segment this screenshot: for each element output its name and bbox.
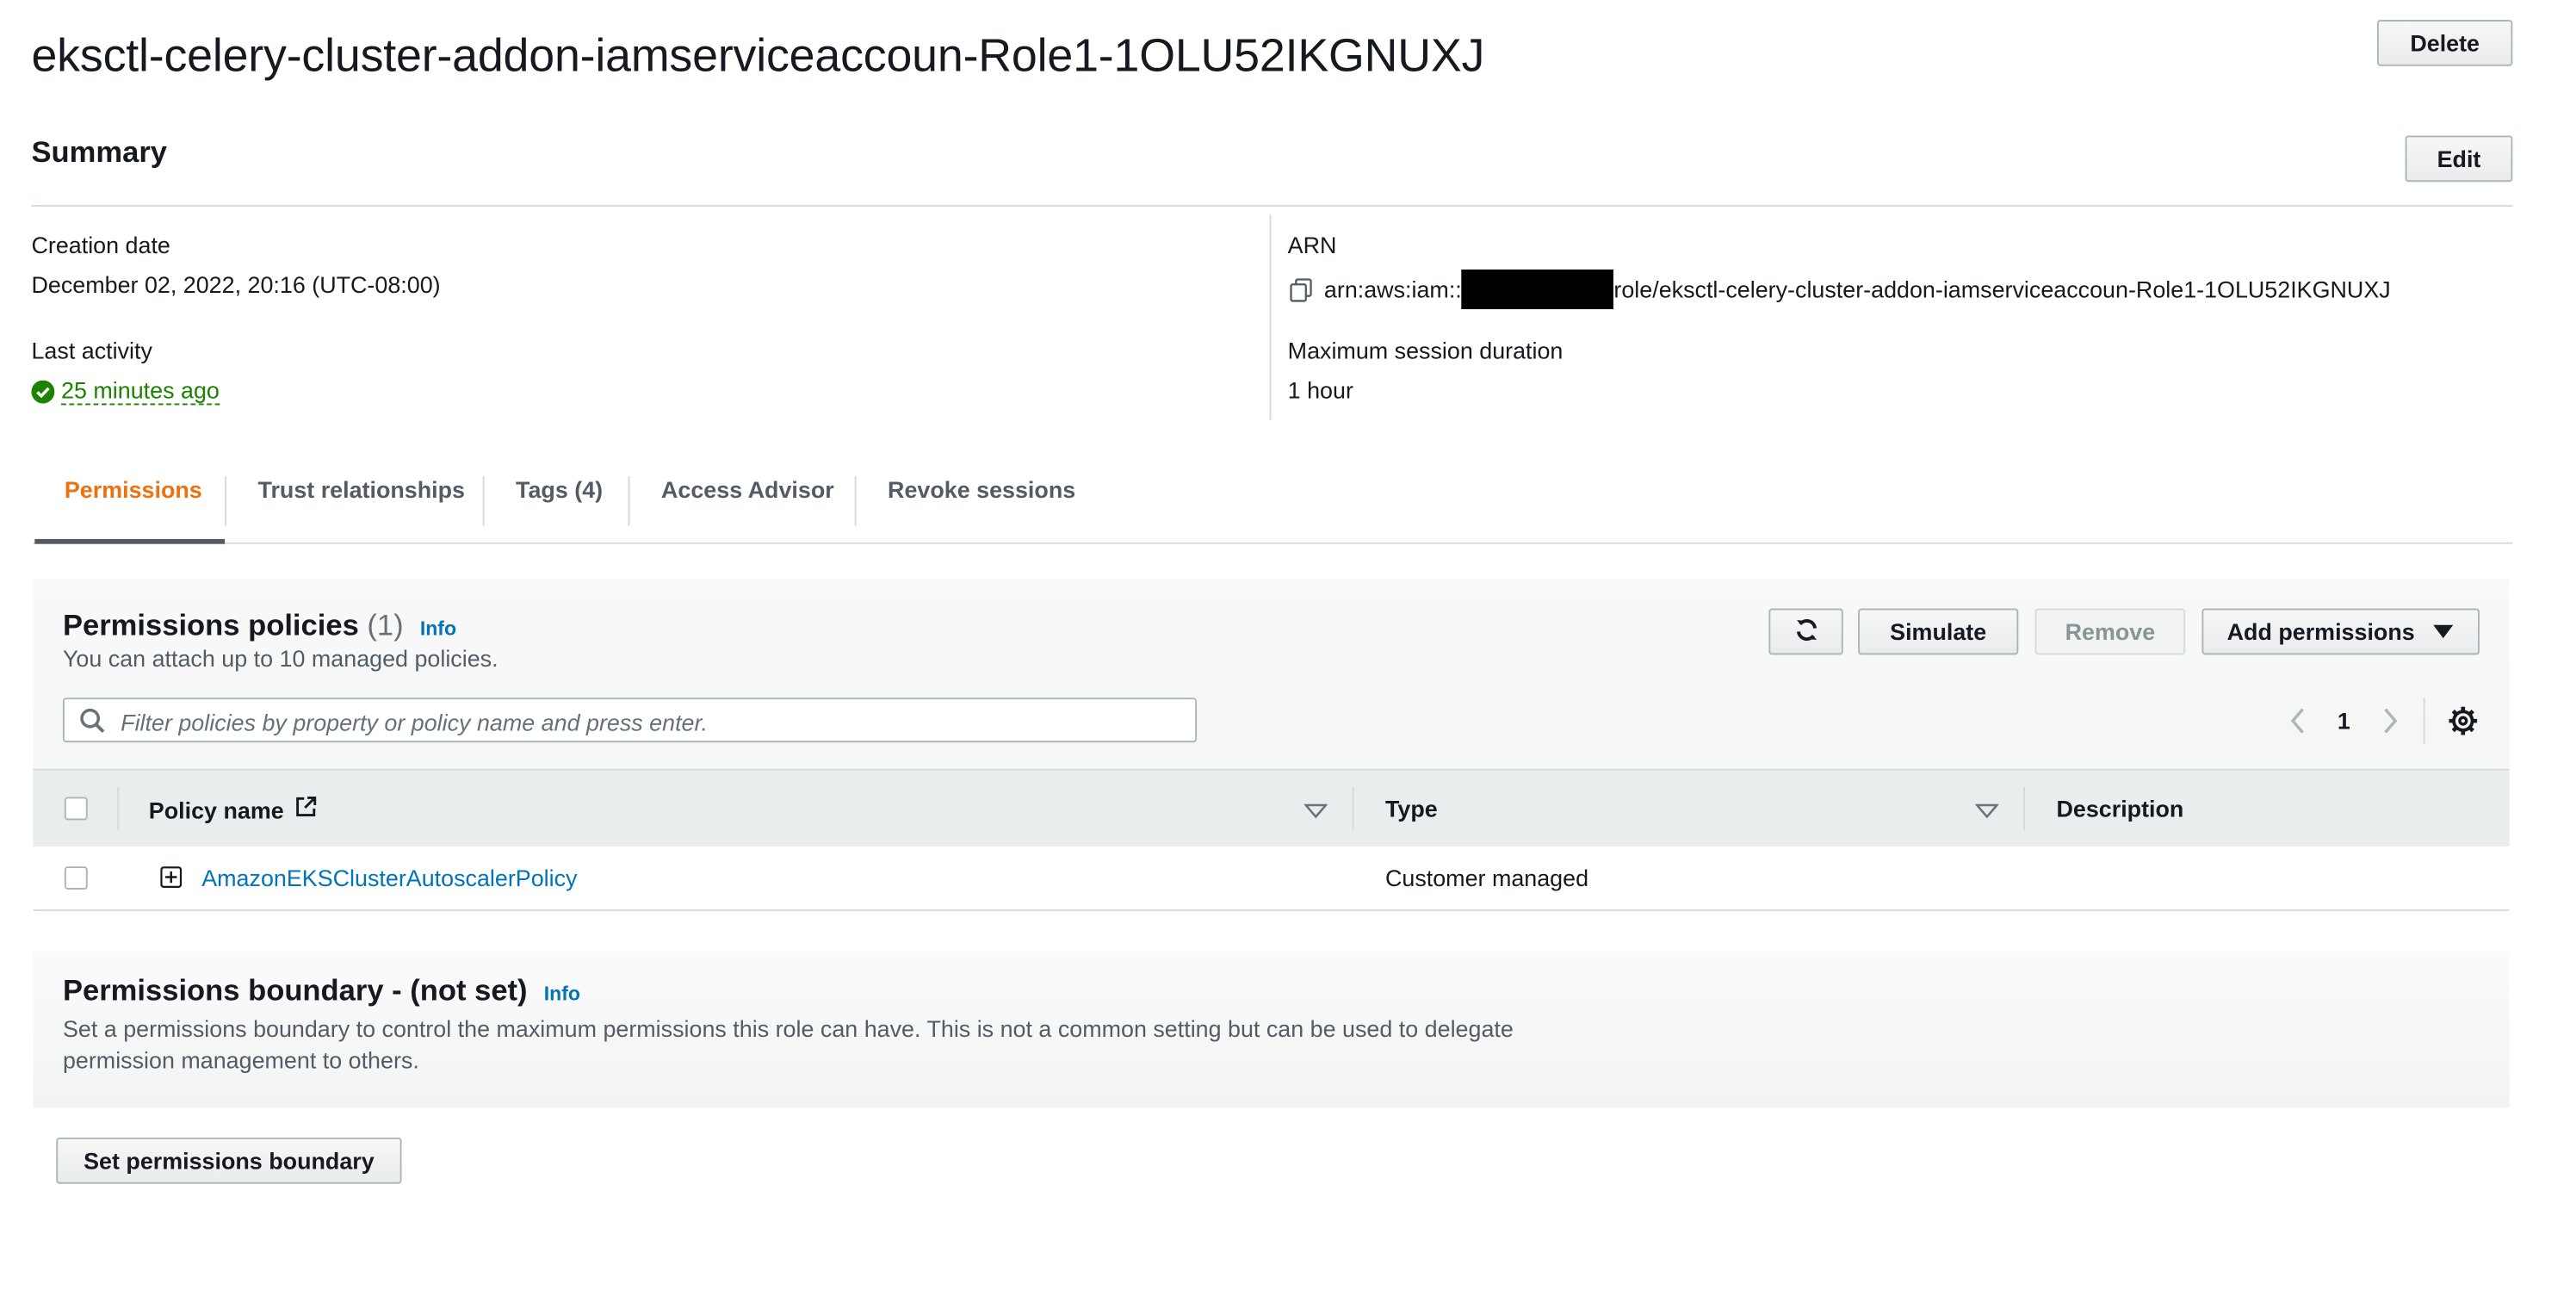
external-link-icon: [294, 796, 317, 824]
column-separator: [117, 786, 120, 830]
creation-date-label: Creation date: [31, 231, 170, 258]
chevron-left-icon[interactable]: [2288, 706, 2307, 744]
page-title: eksctl-celery-cluster-addon-iamserviceac…: [31, 29, 1485, 82]
column-separator: [2023, 786, 2025, 830]
expand-plus-icon[interactable]: [160, 866, 183, 896]
policy-search-box: [62, 698, 1198, 744]
arn-suffix: role/eksctl-celery-cluster-addon-iamserv…: [1613, 276, 2391, 303]
tabs-underline: [33, 542, 2513, 544]
set-permissions-boundary-button[interactable]: Set permissions boundary: [56, 1137, 402, 1184]
permissions-boundary-description-line2: permission management to others.: [62, 1046, 419, 1074]
tab-permissions[interactable]: Permissions: [65, 476, 202, 526]
pagination-divider: [2423, 698, 2425, 744]
arn-prefix: arn:aws:iam::: [1323, 276, 1462, 303]
tab-separator: [854, 475, 857, 526]
settings-gear-icon[interactable]: [2449, 706, 2479, 744]
page-number[interactable]: 1: [2338, 708, 2350, 735]
column-separator: [1352, 786, 1354, 830]
simulate-button[interactable]: Simulate: [1858, 608, 2019, 655]
policy-type: Customer managed: [1384, 865, 1589, 891]
policy-search-input[interactable]: [117, 699, 1182, 744]
last-activity-value[interactable]: 25 minutes ago: [61, 377, 220, 406]
permissions-policies-count: (1): [367, 608, 404, 642]
select-all-checkbox[interactable]: [64, 797, 88, 821]
tab-separator: [482, 475, 485, 526]
search-icon: [79, 708, 106, 742]
summary-divider: [31, 205, 2513, 207]
arn-label: ARN: [1287, 231, 1337, 258]
edit-button[interactable]: Edit: [2405, 135, 2513, 183]
permissions-policies-heading: Permissions policies (1) Info: [63, 609, 456, 643]
redacted-account-id: [1461, 269, 1614, 310]
permissions-policies-title: Permissions policies: [62, 608, 359, 642]
policy-name-header-label: Policy name: [148, 796, 284, 823]
summary-column-divider: [1269, 214, 1272, 420]
permissions-policies-subtitle: You can attach up to 10 managed policies…: [62, 644, 498, 672]
creation-date-value: December 02, 2022, 20:16 (UTC-08:00): [31, 270, 441, 298]
sort-caret-icon[interactable]: [1974, 798, 2000, 828]
last-activity-label: Last activity: [31, 337, 152, 364]
tab-trust-relationships[interactable]: Trust relationships: [258, 476, 465, 526]
permissions-policies-info-link[interactable]: Info: [420, 617, 456, 640]
success-check-icon: [31, 379, 55, 403]
policies-table-header: Policy name Type Description: [33, 768, 2510, 848]
max-session-label: Maximum session duration: [1287, 337, 1564, 364]
summary-title: Summary: [31, 135, 168, 169]
tab-separator: [225, 475, 227, 526]
add-permissions-label: Add permissions: [2226, 618, 2415, 645]
arn-value: arn:aws:iam:: role/eksctl-celery-cluster…: [1288, 269, 2391, 310]
column-header-policy-name[interactable]: Policy name: [149, 796, 317, 824]
chevron-right-icon[interactable]: [2381, 706, 2400, 744]
row-checkbox[interactable]: [64, 866, 88, 890]
last-activity: 25 minutes ago: [31, 377, 220, 406]
table-row: AmazonEKSClusterAutoscalerPolicy Custome…: [33, 847, 2510, 911]
permissions-boundary-info-link[interactable]: Info: [544, 982, 580, 1005]
copy-icon[interactable]: [1288, 276, 1315, 303]
delete-button[interactable]: Delete: [2376, 20, 2513, 66]
active-tab-indicator: [34, 538, 226, 544]
permissions-boundary-description-line1: Set a permissions boundary to control th…: [62, 1014, 1514, 1042]
tab-revoke-sessions[interactable]: Revoke sessions: [888, 476, 1075, 526]
policy-name-link[interactable]: AmazonEKSClusterAutoscalerPolicy: [201, 865, 577, 891]
add-permissions-button[interactable]: Add permissions: [2201, 608, 2480, 655]
refresh-button[interactable]: [1768, 608, 1843, 655]
refresh-icon: [1793, 616, 1819, 647]
column-header-type[interactable]: Type: [1385, 796, 1438, 822]
max-session-value: 1 hour: [1287, 376, 1353, 404]
column-header-description: Description: [2056, 795, 2184, 822]
permissions-boundary-heading: Permissions boundary - (not set) Info: [63, 974, 580, 1008]
tab-separator: [628, 475, 630, 526]
sort-caret-icon[interactable]: [1303, 798, 1328, 828]
permissions-boundary-title: Permissions boundary - (not set): [62, 973, 528, 1008]
tab-access-advisor[interactable]: Access Advisor: [661, 476, 834, 526]
tab-tags[interactable]: Tags (4): [516, 476, 603, 526]
caret-down-icon: [2431, 618, 2455, 645]
remove-button[interactable]: Remove: [2034, 608, 2186, 655]
